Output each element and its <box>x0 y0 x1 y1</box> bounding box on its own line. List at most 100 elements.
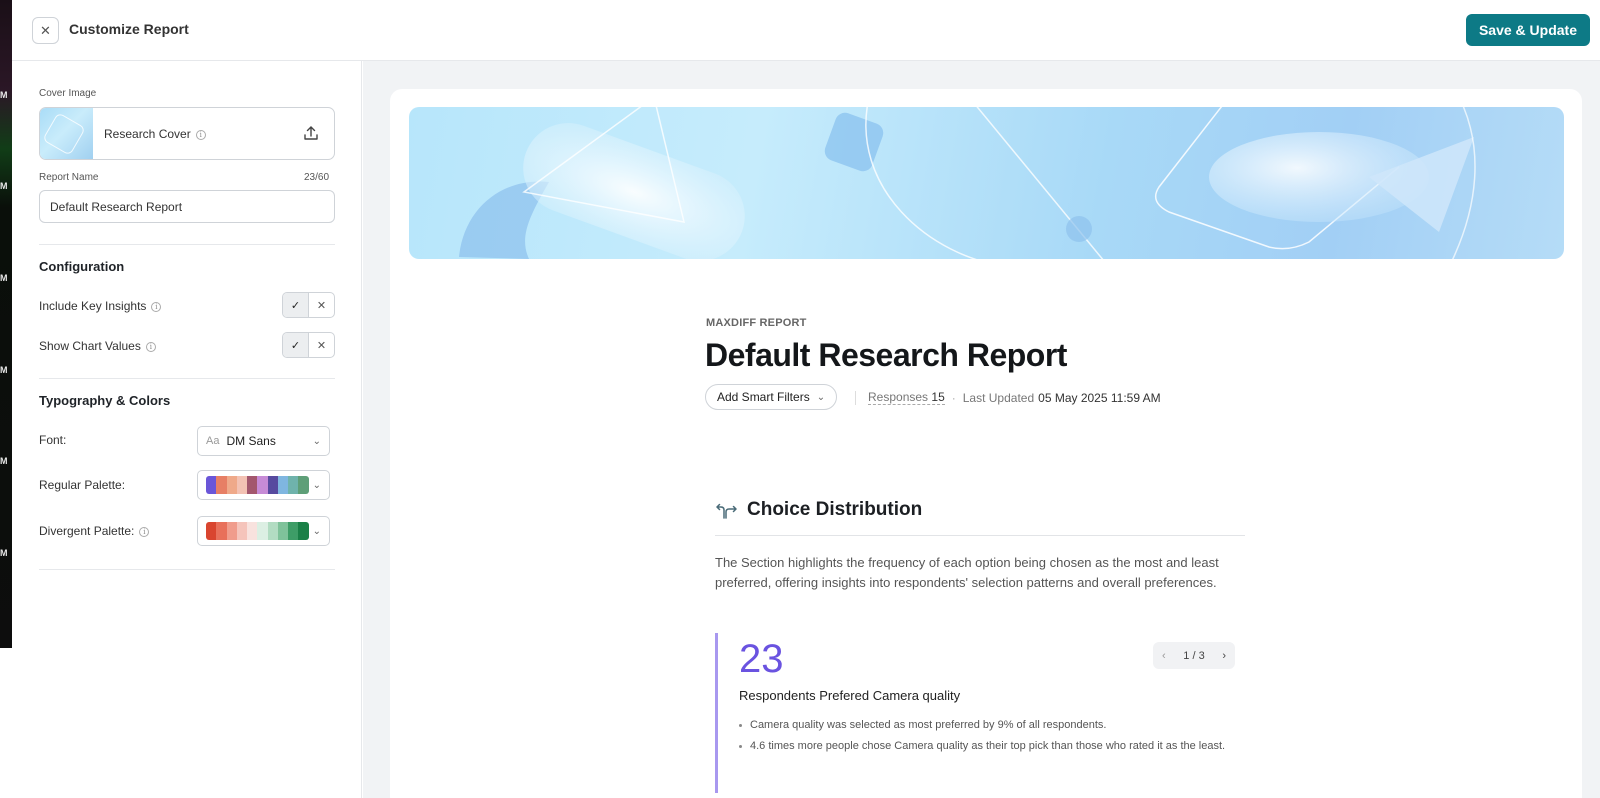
color-swatch <box>216 522 227 540</box>
insight-bullets: Camera quality was selected as most pref… <box>739 717 1244 759</box>
responses-link[interactable]: Responses 15 <box>868 390 945 405</box>
report-title: Default Research Report <box>705 337 1067 373</box>
color-swatch <box>257 522 268 540</box>
page-title: Customize Report <box>69 21 189 37</box>
info-icon[interactable]: i <box>151 301 162 312</box>
regular-palette-select[interactable]: ⌄ <box>197 470 330 500</box>
report-meta: Responses 15 · Last Updated 05 May 2025 … <box>855 390 1161 405</box>
report-name-label: Report Name <box>39 172 99 183</box>
font-value: DM Sans <box>226 434 276 448</box>
cover-image-picker[interactable]: Research Cover i <box>39 107 335 160</box>
section-divider <box>715 535 1245 536</box>
cover-artwork <box>459 107 1476 259</box>
report-type-label: MAXDIFF REPORT <box>706 317 807 329</box>
last-updated-value: 05 May 2025 11:59 AM <box>1038 390 1161 405</box>
check-icon[interactable]: ✓ <box>283 293 308 317</box>
customize-sidebar: Cover Image Research Cover i Report Name … <box>12 61 362 798</box>
top-bar: ✕ Customize Report Save & Update <box>12 0 1600 61</box>
section-header: Choice Distribution <box>715 499 922 521</box>
font-prefix: Aa <box>206 435 220 447</box>
typography-heading: Typography & Colors <box>39 393 171 408</box>
section-description: The Section highlights the frequency of … <box>715 555 1219 590</box>
close-button[interactable]: ✕ <box>32 17 59 44</box>
color-swatch <box>288 476 299 494</box>
color-swatch <box>206 522 217 540</box>
strip-letter: M <box>0 181 8 191</box>
strip-letter: M <box>0 90 8 100</box>
cover-name: Research Cover <box>104 127 191 141</box>
chevron-down-icon: ⌄ <box>312 479 321 491</box>
list-item: 4.6 times more people chose Camera quali… <box>739 738 1244 754</box>
list-item: Camera quality was selected as most pref… <box>739 717 1244 733</box>
color-swatch <box>226 476 237 494</box>
responses-label: Responses <box>868 390 929 404</box>
show-chart-values-label: Show Chart Values <box>39 339 141 353</box>
section-title: Choice Distribution <box>747 499 923 520</box>
info-icon[interactable]: i <box>145 341 156 352</box>
meta-divider <box>855 390 856 405</box>
responses-count: 15 <box>931 390 945 404</box>
color-swatch <box>247 476 258 494</box>
color-swatch <box>298 476 309 494</box>
strip-letter: M <box>0 548 8 558</box>
divider <box>39 378 335 379</box>
check-icon[interactable]: ✓ <box>283 333 308 357</box>
x-icon[interactable]: ✕ <box>308 333 334 357</box>
color-swatch <box>288 522 299 540</box>
chevron-right-icon[interactable]: › <box>1222 650 1226 662</box>
insight-title: Respondents Prefered Camera quality <box>739 688 961 703</box>
chevron-down-icon: ⌄ <box>816 391 826 403</box>
background-window-strip: M M M M M M <box>0 0 12 648</box>
regular-palette-swatches <box>206 476 309 494</box>
report-name-counter: 23/60 <box>304 172 330 183</box>
last-updated-label: Last Updated <box>962 390 1035 405</box>
save-update-button[interactable]: Save & Update <box>1465 14 1590 46</box>
insight-pager: ‹ 1 / 3 › <box>1153 642 1235 669</box>
divergent-palette-swatches <box>206 522 309 540</box>
split-arrows-icon <box>716 503 737 519</box>
filter-label: Add Smart Filters <box>717 390 810 404</box>
cover-image-label: Cover Image <box>39 88 97 99</box>
add-smart-filters-button[interactable]: Add Smart Filters ⌄ <box>705 384 838 410</box>
color-swatch <box>257 476 268 494</box>
insight-number: 23 <box>739 637 784 681</box>
color-swatch <box>277 522 289 540</box>
color-swatch <box>277 476 289 494</box>
divider <box>39 569 335 570</box>
chevron-down-icon: ⌄ <box>312 435 321 447</box>
key-insight-card: 23 ‹ 1 / 3 › Respondents Prefered Camera… <box>715 633 1245 793</box>
color-swatch <box>206 476 217 494</box>
color-swatch <box>226 522 237 540</box>
strip-letter: M <box>0 365 8 375</box>
cover-banner <box>409 107 1564 259</box>
color-swatch <box>236 476 248 494</box>
report-paper: MAXDIFF REPORT Default Research Report A… <box>390 89 1582 798</box>
configuration-heading: Configuration <box>39 259 125 274</box>
chevron-left-icon[interactable]: ‹ <box>1162 650 1166 662</box>
color-swatch <box>216 476 227 494</box>
font-select[interactable]: Aa DM Sans ⌄ <box>197 426 330 456</box>
info-icon[interactable]: i <box>139 526 150 537</box>
meta-separator: · <box>951 390 956 405</box>
regular-palette-label: Regular Palette: <box>39 478 126 492</box>
divergent-palette-select[interactable]: ⌄ <box>197 516 330 546</box>
x-icon[interactable]: ✕ <box>308 293 334 317</box>
color-swatch <box>247 522 258 540</box>
color-swatch <box>267 522 278 540</box>
info-icon[interactable]: i <box>195 129 206 140</box>
cover-thumbnail <box>40 108 93 159</box>
divergent-palette-label: Divergent Palette: <box>39 524 135 538</box>
strip-letter: M <box>0 273 8 283</box>
close-icon: ✕ <box>40 22 51 38</box>
include-key-insights-label: Include Key Insights <box>39 299 147 313</box>
strip-letter: M <box>0 456 8 466</box>
upload-icon[interactable] <box>302 124 320 142</box>
pager-label: 1 / 3 <box>1183 649 1205 662</box>
font-label: Font: <box>39 433 67 447</box>
report-name-input[interactable] <box>39 190 335 223</box>
include-key-insights-toggle: ✓ ✕ <box>282 292 335 318</box>
divider <box>39 244 335 245</box>
report-preview-canvas: MAXDIFF REPORT Default Research Report A… <box>363 61 1600 798</box>
chevron-down-icon: ⌄ <box>312 525 321 537</box>
show-chart-values-toggle: ✓ ✕ <box>282 332 335 358</box>
